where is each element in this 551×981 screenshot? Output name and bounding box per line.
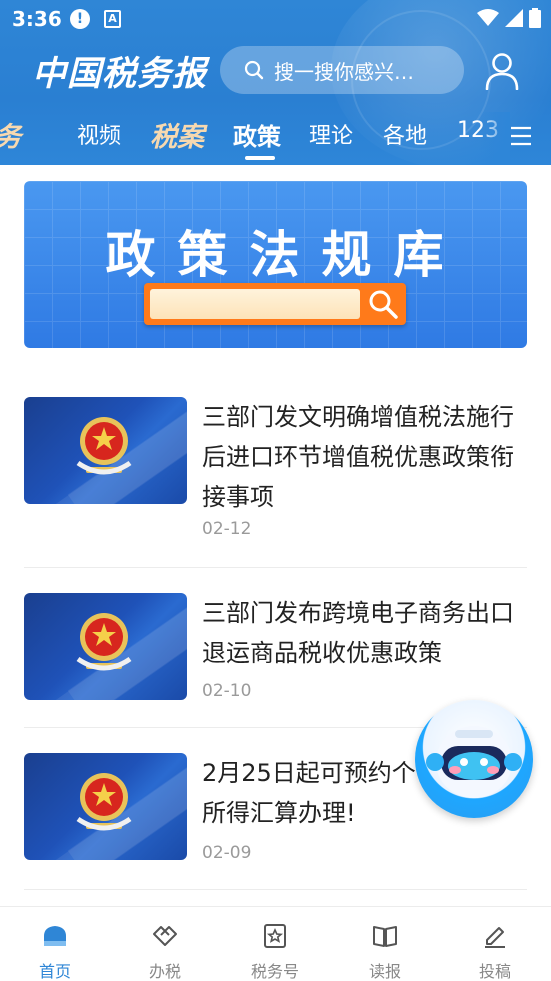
starred-document-icon: [264, 924, 286, 948]
banner-search-field[interactable]: [150, 289, 360, 319]
category-tabs: 务 视频 税案 政策 理论 各地 123: [0, 112, 551, 162]
active-tab-indicator: [245, 156, 275, 160]
banner-search-icon[interactable]: [364, 286, 402, 322]
news-thumbnail: [24, 397, 187, 504]
news-date: 02-12: [202, 519, 252, 539]
news-title: 三部门发文明确增值税法施行后进口环节增值税优惠政策衔接事项: [202, 403, 514, 511]
battery-icon: [529, 8, 541, 28]
open-book-icon: [373, 926, 397, 947]
assistant-mascot-button[interactable]: [415, 700, 533, 818]
app-logo[interactable]: 中国税务报: [32, 46, 207, 95]
nav-label: 办税: [148, 962, 181, 981]
handshake-icon: [153, 926, 177, 946]
nav-read-paper[interactable]: 读报: [330, 907, 440, 981]
divider: [24, 889, 527, 890]
banner-search-box[interactable]: [144, 283, 406, 325]
wifi-icon: [477, 9, 499, 26]
policy-library-banner[interactable]: 政策法规库: [24, 181, 527, 348]
tab-tax-cases[interactable]: 税案: [150, 115, 204, 154]
app-header: 3:36 ! A 中国税务报 搜一搜你感兴… 务 视频 税案: [0, 0, 551, 165]
tab-tax-affairs[interactable]: 务: [0, 115, 21, 154]
tax-emblem-icon: [76, 773, 132, 831]
edit-pen-icon: [485, 927, 505, 948]
search-icon: [244, 60, 264, 80]
alert-icon: !: [70, 9, 90, 29]
bottom-navigation: 首页 办税 税务号 读报 投稿: [0, 906, 551, 981]
tabs-fade: [480, 112, 510, 162]
user-profile-icon[interactable]: [484, 52, 520, 90]
signal-icon: [505, 9, 523, 27]
search-placeholder: 搜一搜你感兴…: [274, 59, 414, 84]
astronaut-mascot-icon: [426, 726, 522, 798]
news-title-line2: 所得汇算办理!: [202, 799, 356, 827]
banner-title: 政策法规库: [105, 226, 466, 284]
news-date: 02-10: [202, 681, 252, 701]
news-thumbnail: [24, 593, 187, 700]
news-item[interactable]: 三部门发文明确增值税法施行后进口环节增值税优惠政策衔接事项 02-12: [24, 397, 527, 547]
app-notification-icon: A: [104, 10, 121, 28]
menu-icon[interactable]: [510, 126, 532, 146]
news-title-line1: 2月25日起可预约个: [202, 759, 416, 787]
nav-tax-account[interactable]: 税务号: [220, 907, 330, 981]
nav-home[interactable]: 首页: [0, 907, 110, 981]
status-time: 3:36: [12, 7, 62, 31]
news-date: 02-09: [202, 843, 252, 863]
tab-policy[interactable]: 政策: [233, 117, 281, 152]
status-icons: [477, 8, 541, 28]
nav-label: 税务号: [250, 962, 299, 981]
tax-emblem-icon: [76, 417, 132, 475]
home-icon: [44, 926, 66, 946]
nav-tax-service[interactable]: 办税: [110, 907, 220, 981]
tab-local[interactable]: 各地: [383, 118, 427, 150]
tab-video[interactable]: 视频: [77, 118, 121, 150]
tax-emblem-icon: [76, 613, 132, 671]
nav-label: 首页: [38, 962, 71, 981]
news-title: 三部门发布跨境电子商务出口退运商品税收优惠政策: [202, 599, 514, 667]
search-bar[interactable]: 搜一搜你感兴…: [220, 46, 464, 94]
nav-label: 投稿: [478, 962, 511, 981]
status-bar: 3:36 ! A: [0, 0, 551, 38]
news-item[interactable]: 三部门发布跨境电子商务出口退运商品税收优惠政策 02-10: [24, 593, 527, 703]
divider: [24, 567, 527, 568]
news-thumbnail: [24, 753, 187, 860]
nav-submit[interactable]: 投稿: [440, 907, 550, 981]
tab-theory[interactable]: 理论: [309, 118, 353, 150]
nav-label: 读报: [368, 962, 401, 981]
